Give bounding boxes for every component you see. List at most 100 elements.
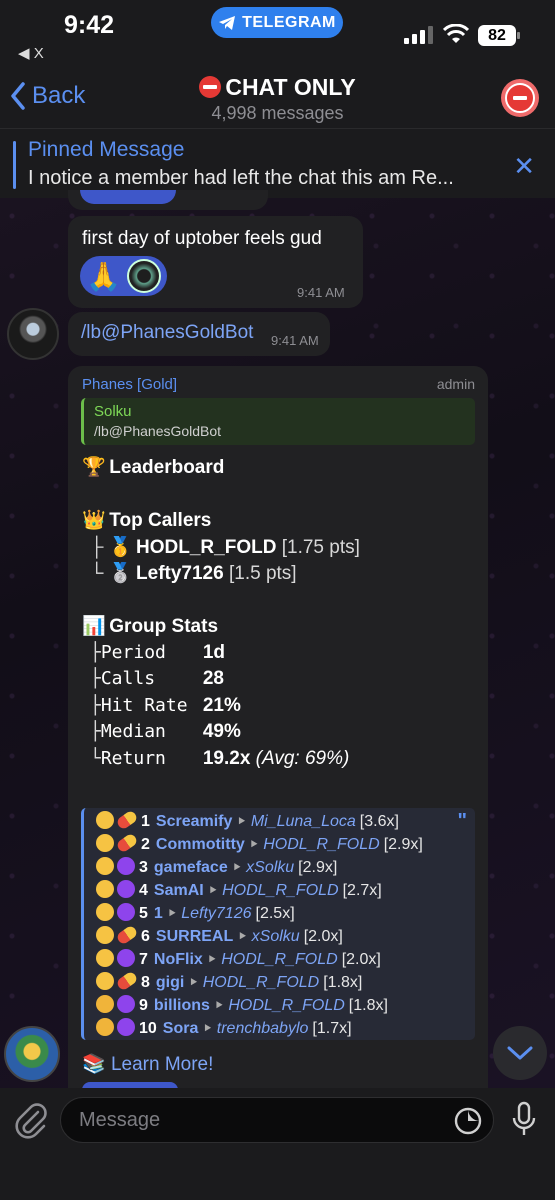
- composer: [0, 1088, 555, 1200]
- coin-link[interactable]: Screamify: [156, 813, 233, 830]
- stat-row: ├Period 1d: [90, 642, 225, 664]
- sunglasses-face-icon: [96, 972, 114, 990]
- pill-icon: [115, 924, 139, 946]
- coin-link[interactable]: 1: [154, 905, 163, 922]
- reply-text: /lb@PhanesGoldBot: [94, 423, 222, 439]
- rank-number: 1: [141, 813, 150, 830]
- sunglasses-face-icon: [96, 834, 114, 852]
- user-link[interactable]: HODL_R_FOLD: [222, 882, 338, 899]
- arrow-icon: ⯈: [166, 906, 178, 921]
- coin-link[interactable]: SamAI: [154, 882, 204, 899]
- user-link[interactable]: Lefty7126: [181, 905, 251, 922]
- purple-circle-icon: [117, 857, 135, 875]
- attachment-icon[interactable]: [14, 1100, 48, 1140]
- stat-row: └Return 19.2x (Avg: 69%): [90, 748, 349, 770]
- bar-chart-icon: 📊: [82, 616, 106, 637]
- pinned-message[interactable]: Pinned Message I notice a member had lef…: [0, 128, 555, 198]
- message-bubble[interactable]: /lb@PhanesGoldBot 9:41 AM: [68, 312, 330, 356]
- user-link[interactable]: trenchbabylo: [217, 1020, 309, 1037]
- rank-number: 9: [139, 997, 148, 1014]
- user-link[interactable]: xSolku: [252, 928, 300, 945]
- tree-branch: ├: [90, 668, 101, 689]
- coin-link[interactable]: billions: [154, 997, 210, 1014]
- multiplier: [2.9x]: [383, 836, 423, 853]
- reply-sender: Solku: [94, 403, 132, 420]
- stat-value: 21%: [202, 695, 241, 716]
- purple-circle-icon: [117, 903, 135, 921]
- back-to-app[interactable]: ◀ X: [18, 44, 44, 62]
- ranking-row: 4 SamAI ⯈ HODL_R_FOLD [2.7x]: [96, 880, 382, 900]
- coin-link[interactable]: NoFlix: [154, 951, 203, 968]
- arrow-icon: ⯈: [188, 975, 199, 990]
- multiplier: [1.8x]: [348, 997, 388, 1014]
- stat-label: Hit Rate: [100, 695, 188, 716]
- purple-circle-icon: [117, 880, 135, 898]
- top-callers-heading: 👑 Top Callers: [82, 508, 211, 532]
- reaction-chip[interactable]: 🙏: [80, 256, 167, 296]
- user-link[interactable]: HODL_R_FOLD: [203, 974, 319, 991]
- coin-link[interactable]: SURREAL: [156, 928, 233, 945]
- sleepy-face-icon: [96, 1018, 114, 1036]
- ranking-row: 7 NoFlix ⯈ HODL_R_FOLD [2.0x]: [96, 949, 381, 969]
- chat-title[interactable]: CHAT ONLY: [0, 74, 555, 101]
- crown-icon: 👑: [82, 510, 106, 531]
- stat-row: ├Hit Rate 21%: [90, 695, 241, 717]
- sunglasses-face-icon: [96, 857, 114, 875]
- arrow-icon: ⯈: [202, 1021, 213, 1036]
- message-bubble[interactable]: first day of uptober feels gud 🙏 9:41 AM: [68, 216, 363, 308]
- caller-row: └ 🥈 Lefty7126 [1.5 pts]: [90, 561, 297, 585]
- coin-link[interactable]: Commotitty: [156, 836, 245, 853]
- coin-link[interactable]: gameface: [154, 859, 228, 876]
- rank-number: 3: [139, 859, 148, 876]
- telegram-pill[interactable]: TELEGRAM: [211, 7, 343, 38]
- stat-value: 19.2x: [202, 748, 251, 769]
- pill-icon: [115, 970, 139, 992]
- caller-points: [1.75 pts]: [281, 537, 360, 558]
- ranking-row: 6 SURREAL ⯈ xSolku [2.0x]: [96, 924, 343, 946]
- coin-link[interactable]: gigi: [156, 974, 184, 991]
- multiplier: [2.5x]: [255, 905, 295, 922]
- user-link[interactable]: xSolku: [246, 859, 294, 876]
- stat-extra: (Avg: 69%): [255, 748, 350, 769]
- chat-header: Back CHAT ONLY 4,998 messages: [0, 70, 555, 128]
- message-input[interactable]: [60, 1097, 494, 1143]
- reply-preview[interactable]: Solku /lb@PhanesGoldBot: [81, 398, 475, 445]
- multiplier: [3.6x]: [359, 813, 399, 830]
- arrow-icon: ⯈: [231, 860, 243, 875]
- command-link[interactable]: /lb@PhanesGoldBot: [81, 322, 253, 344]
- rank-number: 7: [139, 951, 148, 968]
- scroll-down-button[interactable]: [493, 1026, 547, 1080]
- close-icon[interactable]: ✕: [513, 151, 535, 182]
- top-callers-title: Top Callers: [109, 510, 212, 531]
- tree-branch: ├: [90, 695, 101, 716]
- arrow-icon: ⯈: [236, 814, 247, 829]
- ranking-quote: " 1 Screamify ⯈ Mi_Luna_Loca [3.6x] 2 Commotit…: [81, 808, 475, 1040]
- sunglasses-face-icon: [96, 880, 114, 898]
- sunglasses-face-icon: [96, 903, 114, 921]
- sunglasses-face-icon: [96, 926, 114, 944]
- stat-label: Period: [100, 642, 166, 663]
- arrow-icon: ⯈: [206, 952, 218, 967]
- user-link[interactable]: HODL_R_FOLD: [221, 951, 337, 968]
- bot-sender-name[interactable]: Phanes [Gold]: [82, 376, 177, 393]
- coin-link[interactable]: Sora: [163, 1020, 199, 1037]
- pill-icon: [115, 809, 139, 831]
- user-link[interactable]: HODL_R_FOLD: [228, 997, 344, 1014]
- sticker-icon[interactable]: [454, 1107, 482, 1135]
- microphone-icon[interactable]: [510, 1101, 538, 1139]
- stat-label: Calls: [100, 668, 156, 689]
- ranking-row: 3 gameface ⯈ xSolku [2.9x]: [96, 857, 337, 877]
- rank-number: 5: [139, 905, 148, 922]
- user-link[interactable]: HODL_R_FOLD: [263, 836, 379, 853]
- rank-number: 10: [139, 1020, 157, 1037]
- bot-avatar[interactable]: [4, 1026, 60, 1082]
- ranking-row: 8 gigi ⯈ HODL_R_FOLD [1.8x]: [96, 970, 362, 992]
- sleepy-face-icon: [96, 995, 114, 1013]
- user-link[interactable]: Mi_Luna_Loca: [251, 813, 356, 830]
- user-avatar[interactable]: [7, 308, 59, 360]
- stat-value: 28: [202, 668, 224, 689]
- learn-more-link[interactable]: 📚 Learn More!: [82, 1052, 213, 1076]
- telegram-pill-label: TELEGRAM: [242, 13, 336, 31]
- chat-avatar[interactable]: [501, 79, 539, 117]
- trophy-icon: 🏆: [82, 457, 106, 478]
